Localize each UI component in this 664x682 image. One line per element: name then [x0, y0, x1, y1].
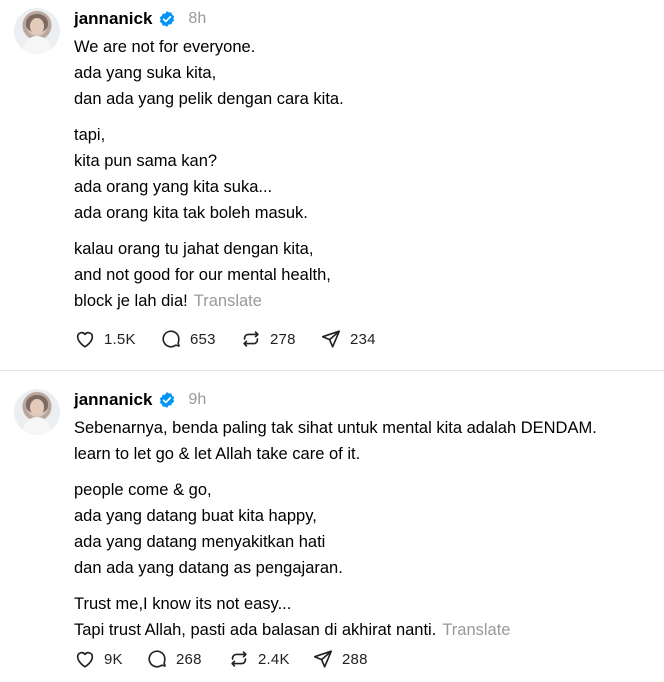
repost-arrows-icon — [231, 651, 247, 667]
reply-button[interactable]: 268 — [146, 648, 228, 670]
speech-bubble-icon — [162, 330, 180, 348]
post-text-line: people come & go, — [74, 481, 212, 499]
post-text-line: and not good for our mental health, — [74, 266, 331, 284]
post-text-line: We are not for everyone. — [74, 38, 256, 56]
share-count: 288 — [342, 650, 368, 668]
repost-button[interactable]: 2.4K — [228, 648, 312, 670]
thread-post: jannanick 9h Sebenarnya, benda paling ta… — [0, 371, 664, 682]
reply-button[interactable]: 653 — [160, 328, 240, 350]
username[interactable]: jannanick — [74, 390, 152, 410]
repost-arrows-icon — [243, 331, 259, 347]
post-paragraph: kalau orang tu jahat dengan kita, and no… — [74, 236, 646, 314]
post-timestamp: 9h — [188, 391, 207, 408]
repost-button[interactable]: 278 — [240, 328, 320, 350]
like-button[interactable]: 1.5K — [74, 328, 160, 350]
post-paragraph: tapi, kita pun sama kan? ada orang yang … — [74, 122, 646, 226]
avatar[interactable] — [14, 389, 60, 435]
post-text-line: ada orang yang kita suka... — [74, 178, 273, 196]
post-text-line: learn to let go & let Allah take care of… — [74, 445, 361, 463]
post-paragraph: Trust me,I know its not easy... Tapi tru… — [74, 591, 646, 643]
thread-post: jannanick 8h We are not for everyone. ad… — [0, 0, 664, 371]
post-paragraph: We are not for everyone. ada yang suka k… — [74, 34, 646, 112]
share-button[interactable]: 288 — [312, 648, 368, 670]
post-text-line: Sebenarnya, benda paling tak sihat untuk… — [74, 419, 597, 437]
post-header: jannanick 8h — [74, 8, 646, 30]
post-timestamp: 8h — [188, 10, 207, 27]
share-button[interactable]: 234 — [320, 328, 376, 350]
post-paragraph: Sebenarnya, benda paling tak sihat untuk… — [74, 415, 646, 467]
action-bar: 1.5K 653 278 234 — [74, 328, 376, 350]
speech-bubble-icon — [148, 650, 166, 668]
send-paper-plane-icon — [313, 650, 333, 668]
reply-count: 653 — [190, 330, 216, 348]
share-count: 234 — [350, 330, 376, 348]
post-text-line: kita pun sama kan? — [74, 152, 218, 170]
reply-count: 268 — [176, 650, 202, 668]
post-text-line: kalau orang tu jahat dengan kita, — [74, 240, 314, 258]
post-paragraph: people come & go, ada yang datang buat k… — [74, 477, 646, 581]
post-text-line: tapi, — [74, 126, 106, 144]
repost-count: 2.4K — [258, 650, 290, 668]
post-text-line: dan ada yang pelik dengan cara kita. — [74, 90, 344, 108]
post-text-line: ada yang datang buat kita happy, — [74, 507, 317, 525]
heart-icon — [76, 331, 94, 348]
post-text-line: Trust me,I know its not easy... — [74, 595, 292, 613]
post-text-line: Tapi trust Allah, pasti ada balasan di a… — [74, 617, 646, 643]
like-count: 9K — [104, 650, 123, 668]
verified-badge-icon — [160, 11, 175, 27]
post-header: jannanick 9h — [74, 389, 646, 411]
send-paper-plane-icon — [321, 330, 341, 348]
like-count: 1.5K — [104, 330, 136, 348]
post-body: Sebenarnya, benda paling tak sihat untuk… — [74, 415, 646, 643]
username[interactable]: jannanick — [74, 9, 152, 29]
repost-count: 278 — [270, 330, 296, 348]
like-button[interactable]: 9K — [74, 648, 146, 670]
post-text-line: dan ada yang datang as pengajaran. — [74, 559, 343, 577]
post-text-line: ada orang kita tak boleh masuk. — [74, 204, 308, 222]
post-text-line: ada yang datang menyakitkan hati — [74, 533, 326, 551]
action-bar: 9K 268 2.4K 288 — [74, 648, 368, 670]
verified-badge-icon — [160, 392, 175, 408]
translate-link[interactable]: Translate — [194, 292, 262, 310]
heart-icon — [76, 651, 94, 668]
post-text-line: block je lah dia! Translate — [74, 288, 646, 314]
post-text-line: ada yang suka kita, — [74, 64, 217, 82]
translate-link[interactable]: Translate — [442, 621, 510, 639]
avatar[interactable] — [14, 8, 60, 54]
post-text-fragment: Tapi trust Allah, pasti ada balasan di a… — [74, 621, 437, 639]
post-text-fragment: block je lah dia! — [74, 292, 188, 310]
post-body: We are not for everyone. ada yang suka k… — [74, 34, 646, 314]
